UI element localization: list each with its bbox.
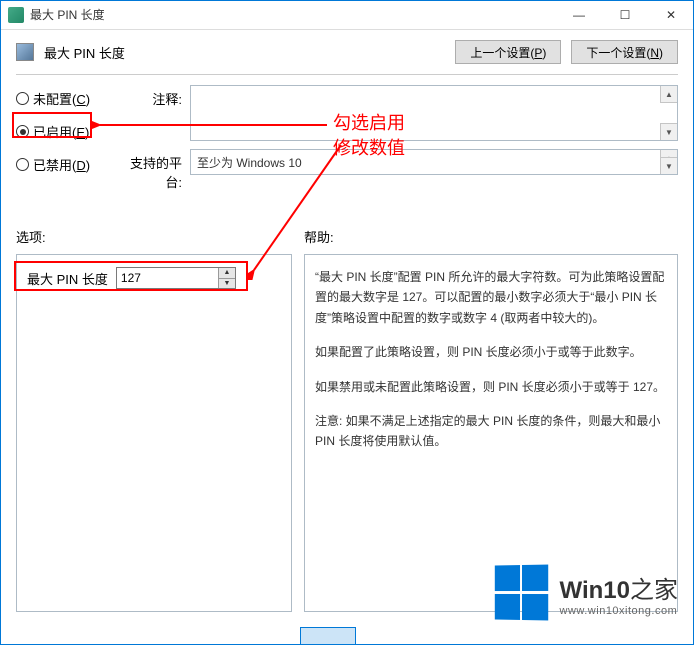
scroll-down-icon[interactable]: ▼ [660,123,677,140]
bottom-partial-button[interactable] [300,627,356,645]
windows-logo-icon [494,564,549,621]
comment-row: 注释: ▲ ▼ [124,85,678,141]
next-setting-button[interactable]: 下一个设置(N) [571,40,678,64]
platform-row: 支持的平台: 至少为 Windows 10 ▲ ▼ [124,149,678,191]
help-paragraph: 如果禁用或未配置此策略设置，则 PIN 长度必须小于或等于 127。 [315,377,667,397]
upper-zone: 未配置(C) 已启用(E) 已禁用(D) 注释: ▲ ▼ 支持的平台: 至少为 … [0,75,694,199]
radio-dot-icon [20,129,26,135]
titlebar: 最大 PIN 长度 — ☐ ✕ [0,0,694,30]
fields-column: 注释: ▲ ▼ 支持的平台: 至少为 Windows 10 ▲ ▼ [124,85,678,199]
watermark: Win10之家 www.win10xitong.com [494,565,678,621]
platform-value: 至少为 Windows 10 [197,154,302,171]
help-panel: “最大 PIN 长度”配置 PIN 所允许的最大字符数。可为此策略设置配置的最大… [304,254,678,612]
platform-label: 支持的平台: [124,149,190,191]
watermark-brand: Win10之家 [560,570,678,605]
prev-setting-button[interactable]: 上一个设置(P) [455,40,561,64]
policy-header-icon [16,43,34,61]
platform-textbox: 至少为 Windows 10 ▲ ▼ [190,149,678,175]
radio-group: 未配置(C) 已启用(E) 已禁用(D) [16,85,112,199]
spinner-buttons: ▲ ▼ [218,268,235,288]
header-row: 最大 PIN 长度 上一个设置(P) 下一个设置(N) [0,30,694,70]
radio-circle-icon [16,92,29,105]
radio-circle-icon [16,158,29,171]
watermark-text: Win10之家 www.win10xitong.com [560,570,678,617]
max-pin-input[interactable] [117,268,218,288]
minimize-button[interactable]: — [556,0,602,30]
spinner-up-icon[interactable]: ▲ [219,268,235,279]
max-pin-label: 最大 PIN 长度 [27,269,108,288]
window-controls: — ☐ ✕ [556,0,694,30]
max-pin-spinner[interactable]: ▲ ▼ [116,267,236,289]
help-paragraph: “最大 PIN 长度”配置 PIN 所允许的最大字符数。可为此策略设置配置的最大… [315,267,667,328]
options-section-label: 选项: [16,227,292,246]
next-setting-label: 下一个设置(N) [586,44,663,61]
page-title: 最大 PIN 长度 [44,43,445,62]
close-button[interactable]: ✕ [648,0,694,30]
radio-disabled[interactable]: 已禁用(D) [16,155,112,174]
scroll-up-icon[interactable]: ▲ [660,86,677,103]
policy-icon [8,7,24,23]
radio-enabled-label: 已启用(E) [33,122,89,141]
radio-enabled[interactable]: 已启用(E) [16,122,112,141]
help-paragraph: 如果配置了此策略设置，则 PIN 长度必须小于或等于此数字。 [315,342,667,362]
help-section-label: 帮助: [304,227,678,246]
comment-textarea[interactable]: ▲ ▼ [190,85,678,141]
help-paragraph: 注意: 如果不满足上述指定的最大 PIN 长度的条件，则最大和最小 PIN 长度… [315,411,667,452]
prev-setting-label: 上一个设置(P) [470,44,546,61]
scroll-down-icon[interactable]: ▼ [660,157,677,174]
radio-not-configured-label: 未配置(C) [33,89,90,108]
lower-zone: 最大 PIN 长度 ▲ ▼ “最大 PIN 长度”配置 PIN 所允许的最大字符… [0,250,694,612]
window-title: 最大 PIN 长度 [30,6,556,23]
radio-circle-icon [16,125,29,138]
section-labels: 选项: 帮助: [0,199,694,250]
watermark-url: www.win10xitong.com [560,605,678,617]
options-panel: 最大 PIN 长度 ▲ ▼ [16,254,292,612]
radio-disabled-label: 已禁用(D) [33,155,90,174]
spinner-down-icon[interactable]: ▼ [219,279,235,289]
comment-label: 注释: [124,85,190,141]
max-pin-row: 最大 PIN 长度 ▲ ▼ [27,267,281,289]
maximize-button[interactable]: ☐ [602,0,648,30]
radio-not-configured[interactable]: 未配置(C) [16,89,112,108]
